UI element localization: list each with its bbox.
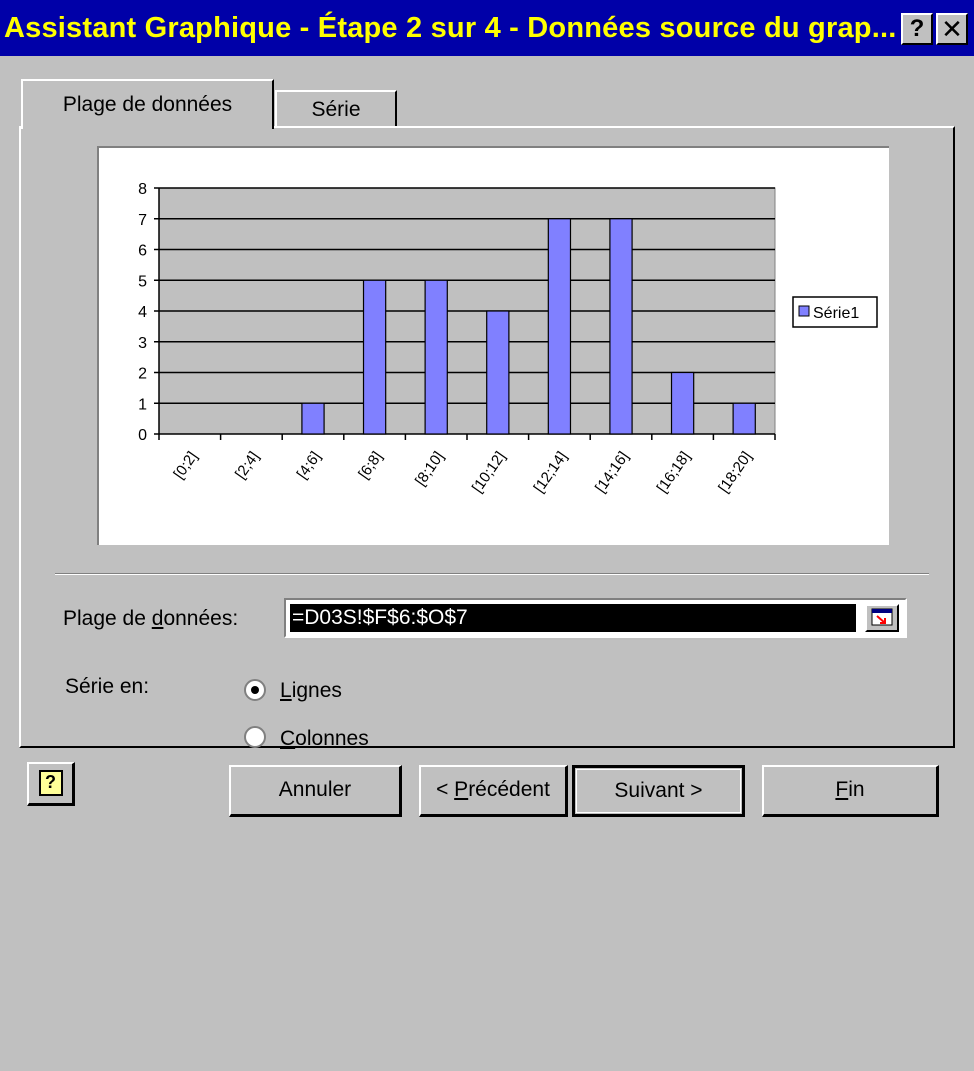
y-tick-label: 6 [138,243,147,260]
help-icon: ? [38,770,63,797]
previous-accel: P [454,778,469,801]
office-assistant-button[interactable]: ? [27,762,75,806]
x-tick-label: [6;8] [355,449,386,483]
y-tick-label: 4 [138,304,147,321]
rows-accel: L [280,679,292,702]
data-range-label: Plage de données: [63,604,238,634]
x-tick-label: [10;12] [469,449,509,496]
bar [732,402,756,435]
data-range-input[interactable]: =D03S!$F$6:$O$7 [290,604,856,632]
finish-text: in [848,778,865,801]
previous-text: récédent [468,778,550,801]
next-button[interactable]: Suivant > [572,765,745,817]
y-tick-label: 5 [138,273,147,290]
help-title-button[interactable]: ? [901,13,933,45]
radio-columns-label[interactable]: Colonnes [280,724,369,754]
bar [301,402,325,435]
x-tick-label: [14;16] [592,449,632,496]
radio-rows[interactable] [244,679,266,701]
bar [547,218,572,435]
tab-series[interactable]: Série [275,90,397,128]
legend-label: Série1 [813,305,859,322]
separator [55,573,929,575]
data-range-label-accel: d [151,607,164,630]
bar-chart: 0 1 2 3 4 5 6 7 8 [0;2] [2;4] [4;6] [6;8] [8;10] [10;1… [138,181,878,496]
y-tick-label: 3 [138,335,147,352]
bar [424,279,448,435]
bar [362,279,387,435]
data-range-label-rest: onnées: [163,607,239,630]
radio-selected-dot [251,686,259,694]
question-icon: ? [909,15,925,42]
previous-prefix: < [436,778,455,801]
x-tick-label: [0;2] [170,449,201,483]
collapse-dialog-button[interactable] [865,604,899,632]
previous-button[interactable]: < Précédent [419,765,568,817]
y-tick-label: 8 [138,181,147,198]
finish-button[interactable]: Fin [762,765,939,817]
legend-swatch [798,305,810,317]
radio-rows-label[interactable]: Lignes [280,676,342,706]
cancel-button[interactable]: Annuler [229,765,402,817]
finish-accel: F [835,778,849,801]
series-in-label: Série en: [65,675,150,698]
x-tick-label: [12;14] [530,449,570,496]
data-range-field[interactable]: =D03S!$F$6:$O$7 [284,598,907,638]
x-tick-label: [8;10] [412,449,447,489]
y-tick-label: 7 [138,212,147,229]
y-tick-label: 0 [138,427,147,444]
columns-accel: C [280,727,296,750]
x-tick-label: [18;20] [715,449,755,496]
collapse-dialog-icon [871,608,893,626]
data-range-label-part: Plage de [63,607,152,630]
bar [486,310,510,435]
bar [609,218,633,435]
bar [670,371,695,435]
chart-preview: 0 1 2 3 4 5 6 7 8 [0;2] [2;4] [4;6] [6;8] [8;10] [10;1… [97,146,889,545]
window-title: Assistant Graphique - Étape 2 sur 4 - Do… [4,12,897,44]
x-tick-label: [16;18] [654,449,694,496]
close-button[interactable]: ✕ [936,13,968,45]
x-tick-label: [2;4] [232,449,263,483]
columns-text: olonnes [295,727,369,750]
close-icon: ✕ [941,14,963,44]
rows-text: ignes [291,679,342,702]
y-tick-label: 1 [138,396,147,413]
tab-data-range[interactable]: Plage de données [21,79,274,129]
x-tick-label: [4;6] [294,449,325,483]
radio-columns[interactable] [244,726,266,748]
y-tick-label: 2 [138,366,147,383]
